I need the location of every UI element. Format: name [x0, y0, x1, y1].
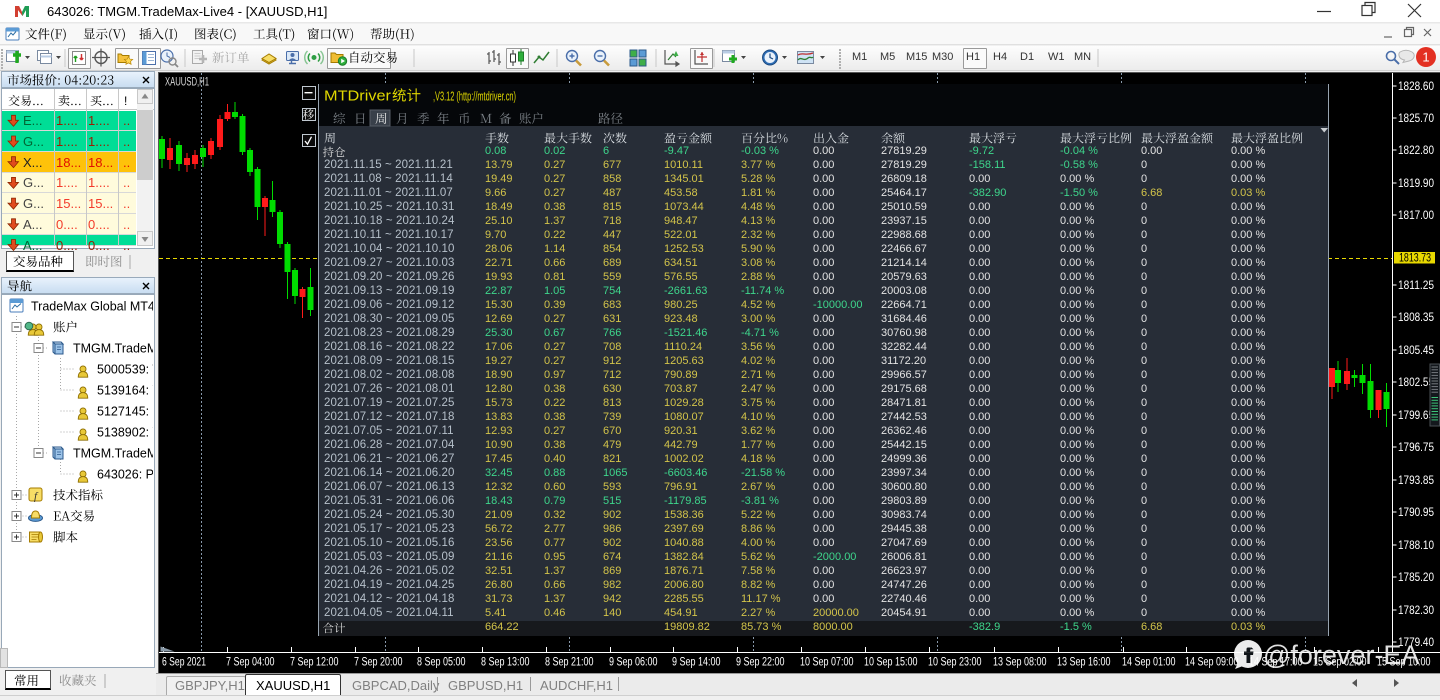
svg-text:1802.55: 1802.55 [1398, 377, 1434, 389]
svg-text:7 Sep 04:00: 7 Sep 04:00 [226, 657, 275, 669]
svg-text:9 Sep 22:00: 9 Sep 22:00 [736, 657, 785, 669]
svg-text:1796.75: 1796.75 [1398, 442, 1434, 454]
svg-text:1785.20: 1785.20 [1398, 572, 1434, 584]
svg-text:1788.10: 1788.10 [1398, 540, 1434, 552]
svg-text:13 Sep 16:00: 13 Sep 16:00 [1057, 657, 1111, 669]
svg-text:7 Sep 20:00: 7 Sep 20:00 [354, 657, 403, 669]
svg-text:1808.35: 1808.35 [1398, 312, 1434, 324]
svg-text:XAUUSD,H1: XAUUSD,H1 [165, 77, 209, 89]
svg-text:15 Sep 10:00: 15 Sep 10:00 [1377, 657, 1431, 669]
svg-text:8 Sep 21:00: 8 Sep 21:00 [545, 657, 594, 669]
svg-text:8 Sep 13:00: 8 Sep 13:00 [481, 657, 530, 669]
svg-text:1782.30: 1782.30 [1398, 605, 1434, 617]
svg-text:1819.90: 1819.90 [1398, 178, 1434, 190]
svg-text:10 Sep 23:00: 10 Sep 23:00 [928, 657, 982, 669]
svg-text:1793.85: 1793.85 [1398, 475, 1434, 487]
svg-text:1822.80: 1822.80 [1398, 145, 1434, 157]
svg-text:1817.00: 1817.00 [1398, 210, 1434, 222]
svg-text:10 Sep 15:00: 10 Sep 15:00 [864, 657, 918, 669]
svg-text:1805.45: 1805.45 [1398, 345, 1434, 357]
svg-text:14 Sep 17:00: 14 Sep 17:00 [1249, 657, 1303, 669]
svg-text:1799.65: 1799.65 [1398, 410, 1434, 422]
svg-text:7 Sep 12:00: 7 Sep 12:00 [290, 657, 339, 669]
svg-text:1790.95: 1790.95 [1398, 507, 1434, 519]
svg-text:1813.73: 1813.73 [1399, 253, 1431, 265]
svg-text:1779.40: 1779.40 [1398, 637, 1434, 649]
svg-text:6 Sep 2021: 6 Sep 2021 [162, 657, 206, 669]
svg-text:13 Sep 08:00: 13 Sep 08:00 [993, 657, 1047, 669]
svg-text:10 Sep 07:00: 10 Sep 07:00 [800, 657, 854, 669]
svg-text:14 Sep 01:00: 14 Sep 01:00 [1122, 657, 1176, 669]
svg-text:9 Sep 14:00: 9 Sep 14:00 [672, 657, 721, 669]
svg-text:9 Sep 06:00: 9 Sep 06:00 [609, 657, 658, 669]
svg-text:1828.60: 1828.60 [1398, 81, 1434, 93]
svg-text:8 Sep 05:00: 8 Sep 05:00 [417, 657, 466, 669]
svg-text:1825.70: 1825.70 [1398, 113, 1434, 125]
svg-text:1811.25: 1811.25 [1398, 280, 1434, 292]
svg-text:15 Sep 02:00: 15 Sep 02:00 [1313, 657, 1367, 669]
svg-text:14 Sep 09:00: 14 Sep 09:00 [1185, 657, 1239, 669]
